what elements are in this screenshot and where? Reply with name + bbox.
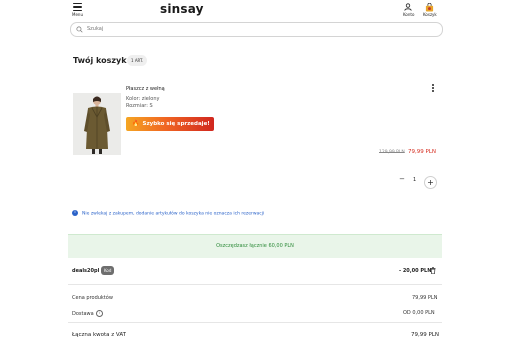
coupon-code: deals20pl [72, 268, 100, 274]
products-price-value: 79,99 PLN [412, 295, 438, 301]
top-header: Menu sinsay Konto Koszyk [0, 0, 510, 22]
coupon-tag: Kod [101, 266, 115, 275]
total-value: 79,99 PLN [411, 332, 439, 338]
delivery-value: OD 0,00 PLN [403, 310, 435, 316]
increase-quantity-button[interactable]: + [424, 176, 437, 189]
trash-icon[interactable] [430, 267, 436, 274]
delivery-info-icon[interactable]: i [95, 310, 103, 317]
old-price: 129,99 PLN [379, 150, 405, 155]
divider [68, 284, 442, 285]
sinsay-logo[interactable]: sinsay [160, 2, 204, 16]
reservation-info: i Nie zwlekaj z zakupem, dodanie artykułó… [72, 210, 264, 217]
menu-label[interactable]: Menu [72, 12, 83, 17]
search-input[interactable] [87, 24, 427, 34]
selling-fast-text: Szybko się sprzedaje! [142, 121, 210, 127]
search-bar[interactable] [70, 22, 443, 37]
hamburger-menu-icon[interactable] [73, 3, 82, 11]
account-icon[interactable] [404, 3, 412, 11]
fire-icon: 🔥 [132, 120, 140, 127]
savings-text: Oszczędzasz łącznie 60,00 PLN [216, 243, 294, 249]
reservation-info-text: Nie zwlekaj z zakupem, dodanie artykułów… [82, 211, 265, 217]
item-count-badge: 1 ART. [127, 55, 148, 66]
decrease-quantity-button[interactable]: − [398, 175, 406, 183]
divider [68, 322, 442, 323]
product-color: Kolor: zielony [126, 96, 160, 102]
coupon-discount-amount: - 20,00 PLN [399, 268, 432, 274]
cart-bag-icon[interactable] [425, 3, 434, 12]
product-image[interactable] [73, 93, 121, 155]
savings-banner: Oszczędzasz łącznie 60,00 PLN [68, 234, 442, 258]
quantity-value: 1 [413, 177, 417, 183]
products-price-label: Cena produktów [72, 295, 113, 301]
delivery-label: Dostawa [72, 311, 94, 317]
sale-price: 79,99 PLN [408, 149, 436, 155]
delivery-label-row: Dostawa i [72, 310, 103, 317]
total-label: Łączna kwota z VAT [72, 332, 127, 338]
coat-model-illustration [73, 93, 121, 155]
cart-label[interactable]: Koszyk [423, 12, 437, 17]
page-title: Twój koszyk [73, 56, 127, 65]
product-name[interactable]: Płaszcz z wełną [126, 86, 165, 92]
selling-fast-badge: 🔥 Szybko się sprzedaje! [126, 117, 214, 131]
account-label[interactable]: Konto [403, 12, 414, 17]
more-options-icon[interactable] [432, 84, 434, 94]
search-icon [76, 25, 83, 33]
product-size: Rozmiar: S [126, 103, 153, 109]
info-icon: i [72, 210, 78, 216]
